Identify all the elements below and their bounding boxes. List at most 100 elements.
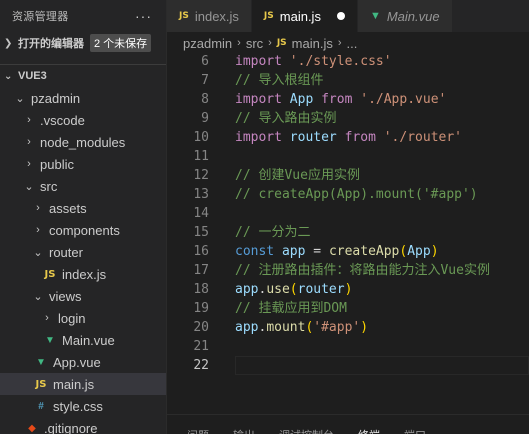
- line-number: 14: [193, 206, 209, 221]
- code-token: router: [289, 130, 337, 145]
- code-line: 8 import App from './App.vue': [167, 90, 529, 109]
- code-token: // 导入路由实例: [235, 111, 337, 126]
- vue-file-icon: ▼: [36, 356, 46, 368]
- code-text: app.use(router): [235, 280, 352, 299]
- code-line: 7 // 导入根组件: [167, 71, 529, 90]
- code-text: // createApp(App).mount('#app'): [235, 185, 478, 204]
- tree-item-label: assets: [49, 200, 87, 216]
- tree-item-label: main.js: [53, 376, 95, 392]
- tree-item-index-js[interactable]: JS index.js: [0, 263, 166, 285]
- code-line: 19 // 挂载应用到DOM: [167, 299, 529, 318]
- tree-item-main-vue[interactable]: ▼ Main.vue: [0, 329, 166, 351]
- tab-main-vue[interactable]: ▼ Main.vue: [357, 0, 453, 32]
- panel-tab[interactable]: 输出: [233, 415, 255, 434]
- code-token: App: [407, 244, 431, 259]
- panel-tab[interactable]: 问题: [187, 415, 209, 434]
- tree-item--vscode[interactable]: › .vscode: [0, 109, 166, 131]
- chevron-right-icon: ❯: [4, 37, 13, 49]
- tree-item-router[interactable]: ⌄ router: [0, 241, 166, 263]
- tree-item-public[interactable]: › public: [0, 153, 166, 175]
- tree-item-main-js[interactable]: JS main.js: [0, 373, 166, 395]
- line-number: 17: [193, 263, 209, 278]
- line-number: 8: [201, 92, 209, 107]
- more-actions-icon[interactable]: ···: [135, 8, 152, 24]
- line-number: 12: [193, 168, 209, 183]
- code-token: '#app': [313, 320, 361, 335]
- code-line: 17 // 注册路由插件：将路由能力注入Vue实例: [167, 261, 529, 280]
- chevron-right-icon: ›: [237, 37, 241, 49]
- code-line: 16 const app = createApp(App): [167, 242, 529, 261]
- editor-tab-bar: JS index.js JS main.js ▼ Main.vue: [167, 0, 529, 32]
- unsaved-dot-icon[interactable]: [336, 12, 345, 20]
- open-editors-section[interactable]: ❯ 打开的编辑器 2 个未保存: [0, 32, 166, 54]
- code-token: mount: [266, 320, 306, 335]
- tree-item-components[interactable]: › components: [0, 219, 166, 241]
- code-token: ): [430, 244, 439, 259]
- code-line: 18 app.use(router): [167, 280, 529, 299]
- code-token: // 导入根组件: [235, 73, 324, 88]
- chevron-right-icon: ›: [27, 114, 31, 126]
- vue-file-icon: ▼: [45, 334, 55, 346]
- tree-item-app-vue[interactable]: ▼ App.vue: [0, 351, 166, 373]
- tree-item--gitignore[interactable]: ◆ .gitignore: [0, 417, 166, 434]
- panel-tab[interactable]: 端口: [404, 415, 426, 434]
- code-text: // 导入根组件: [235, 71, 323, 90]
- tree-item-src[interactable]: ⌄ src: [0, 175, 166, 197]
- chevron-down-icon: ⌄: [33, 290, 43, 303]
- line-number: 7: [201, 73, 209, 88]
- js-file-icon: JS: [35, 378, 47, 390]
- line-number: 19: [193, 301, 209, 316]
- code-token: ): [344, 282, 353, 297]
- code-text: // 导入路由实例: [235, 109, 336, 128]
- code-token: router: [297, 282, 345, 297]
- line-number: 21: [193, 339, 209, 354]
- file-tree: ⌄ pzadmin › .vscode › node_modules › public ⌄ src…: [0, 87, 166, 434]
- code-token: =: [305, 244, 329, 259]
- panel-tab[interactable]: 调试控制台: [279, 415, 334, 434]
- panel-tab[interactable]: 终端: [358, 415, 380, 434]
- tab-index-js[interactable]: JS index.js: [167, 0, 252, 32]
- open-editors-label: 打开的编辑器: [18, 38, 84, 50]
- breadcrumb-item[interactable]: src: [246, 36, 263, 51]
- tree-item-login[interactable]: › login: [0, 307, 166, 329]
- code-line: 10 import router from './router': [167, 128, 529, 147]
- code-token: App: [289, 92, 314, 107]
- code-text: app.mount('#app'): [235, 318, 368, 337]
- breadcrumb-item[interactable]: main.js: [292, 36, 333, 51]
- line-number: 15: [193, 225, 209, 240]
- code-line: 22: [167, 356, 529, 375]
- chevron-right-icon: ›: [27, 158, 31, 170]
- tree-item-style-css[interactable]: # style.css: [0, 395, 166, 417]
- line-number: 9: [201, 111, 209, 126]
- code-line: 6 import './style.css': [167, 52, 529, 71]
- code-token: ): [360, 320, 369, 335]
- tree-item-views[interactable]: ⌄ views: [0, 285, 166, 307]
- code-text: import App from './App.vue': [235, 90, 446, 109]
- project-root[interactable]: ⌄ VUE3: [0, 65, 166, 87]
- chevron-down-icon: ⌄: [15, 92, 25, 105]
- code-token: from: [344, 130, 376, 145]
- js-file-icon: JS: [44, 268, 56, 280]
- code-token: import: [235, 92, 282, 107]
- code-token: // 一分为二: [235, 225, 311, 240]
- code-token: './App.vue': [360, 92, 447, 107]
- tab-label: Main.vue: [386, 8, 440, 24]
- tab-label: index.js: [194, 8, 239, 24]
- explorer-title: 资源管理器: [12, 11, 69, 23]
- tree-item-assets[interactable]: › assets: [0, 197, 166, 219]
- breadcrumb: pzadmin › src › JS main.js › ...: [167, 32, 529, 54]
- code-editor[interactable]: 6 import './style.css' 7 // 导入根组件 8 import Ap…: [167, 54, 529, 414]
- js-file-icon: JS: [276, 38, 287, 48]
- breadcrumb-item[interactable]: pzadmin: [183, 36, 232, 51]
- code-line: 21: [167, 337, 529, 356]
- tree-item-pzadmin[interactable]: ⌄ pzadmin: [0, 87, 166, 109]
- code-text: const app = createApp(App): [235, 242, 439, 261]
- breadcrumb-item[interactable]: ...: [347, 36, 358, 51]
- tree-item-label: public: [40, 156, 74, 172]
- tab-main-js[interactable]: JS main.js: [251, 0, 358, 32]
- tree-item-node-modules[interactable]: › node_modules: [0, 131, 166, 153]
- js-file-icon: JS: [179, 11, 189, 21]
